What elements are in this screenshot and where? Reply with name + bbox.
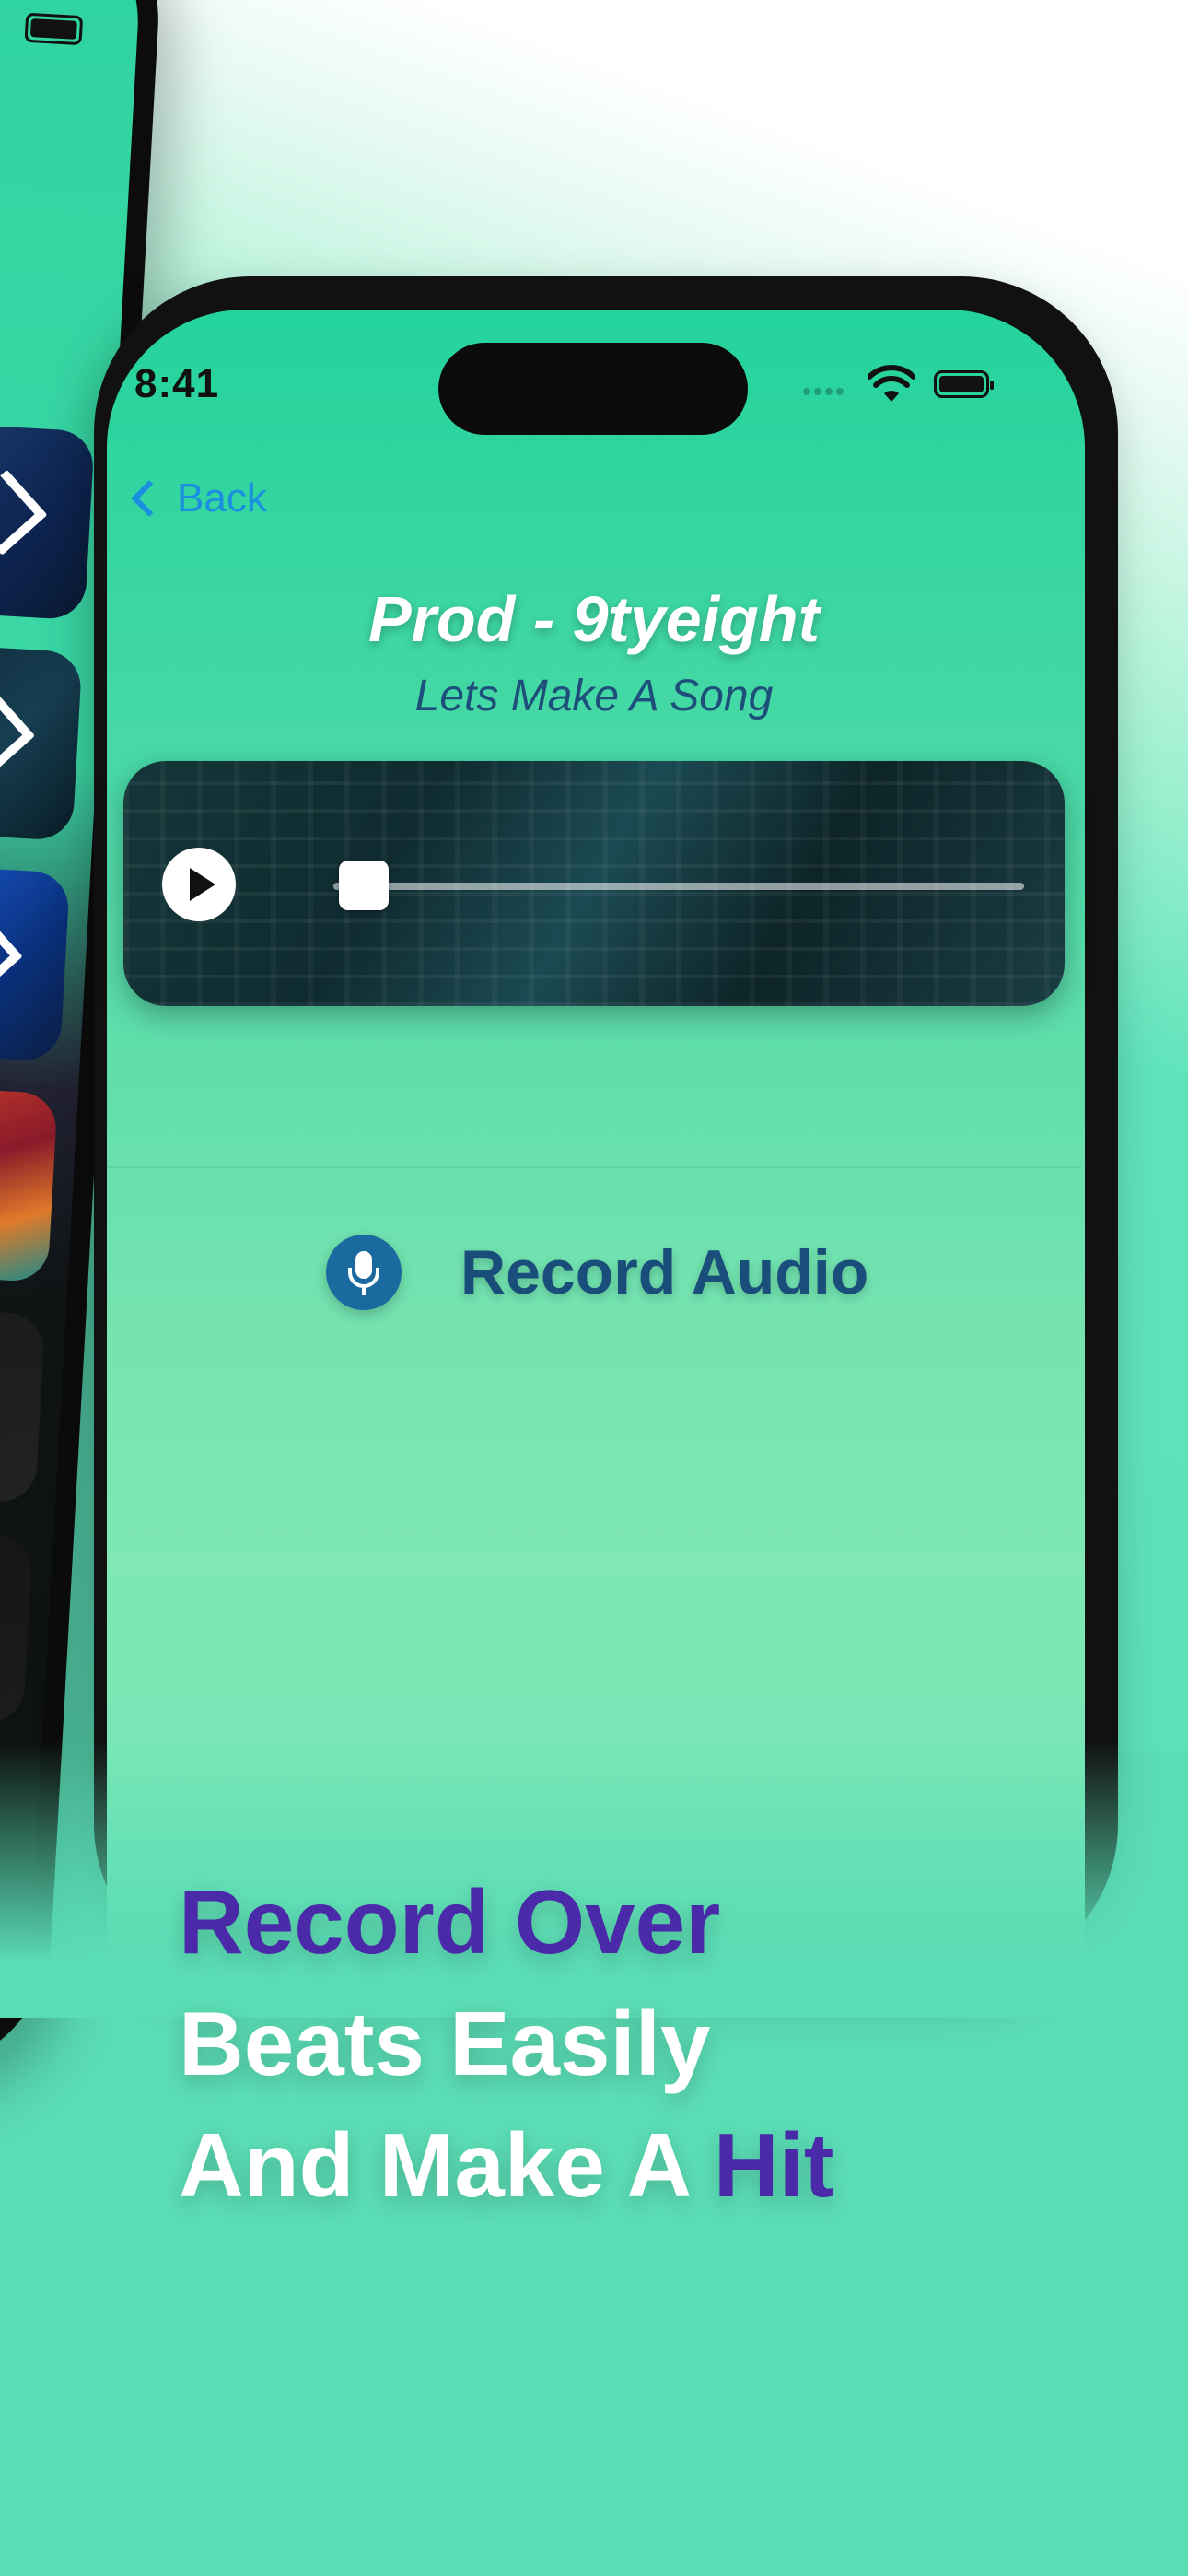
headline-line-2: Beats Easily xyxy=(179,1993,711,2094)
headline-line-3-prefix: And Make A xyxy=(179,2114,714,2216)
back-button[interactable]: Back xyxy=(131,475,267,521)
divider xyxy=(107,1166,1081,1168)
back-label: Back xyxy=(177,475,267,521)
chevron-right-icon xyxy=(0,469,48,556)
headline-line-3: And Make A Hit xyxy=(179,2104,833,2226)
beat-tile[interactable] xyxy=(0,1306,46,1504)
beat-tile[interactable] xyxy=(0,1085,58,1283)
progress-track[interactable] xyxy=(333,883,1024,890)
dynamic-island xyxy=(438,343,748,435)
headline-line-3-highlight: Hit xyxy=(713,2114,834,2216)
beat-tile[interactable] xyxy=(0,1527,34,1725)
play-icon[interactable] xyxy=(162,848,236,921)
battery-icon xyxy=(934,370,994,398)
song-subtitle: Lets Make A Song xyxy=(414,672,774,720)
record-audio-label: Record Audio xyxy=(460,1237,869,1307)
song-title: Prod - 9tyeight xyxy=(367,583,821,655)
chevron-left-icon xyxy=(131,480,168,517)
microphone-icon xyxy=(326,1235,402,1310)
status-time: 8:41 xyxy=(134,361,220,406)
wifi-icon xyxy=(868,365,915,402)
beat-tile[interactable] xyxy=(0,864,71,1062)
main-phone-frame xyxy=(94,276,1118,1981)
progress-thumb[interactable] xyxy=(339,861,389,910)
chevron-right-icon xyxy=(0,910,23,998)
cellular-signal-icon xyxy=(803,383,858,395)
record-audio-button[interactable]: Record Audio xyxy=(326,1233,868,1312)
audio-player xyxy=(123,761,1065,1006)
marketing-headline: Record Over Beats Easily And Make A Hit xyxy=(179,1861,833,2226)
battery-icon xyxy=(24,12,84,46)
main-phone-screen xyxy=(107,310,1085,1981)
headline-line-1: Record Over xyxy=(179,1871,721,1973)
